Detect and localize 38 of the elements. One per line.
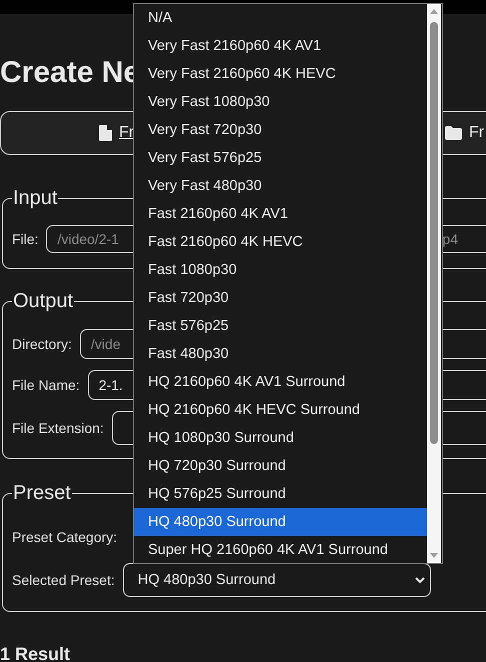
- group-legend: Input: [12, 186, 58, 210]
- result-count: 1 Result: [0, 643, 72, 662]
- dropdown-option[interactable]: Very Fast 576p25: [134, 144, 427, 172]
- group-legend: Preset: [12, 481, 72, 505]
- file-icon: [99, 125, 112, 141]
- dropdown-option[interactable]: HQ 720p30 Surround: [134, 452, 427, 480]
- dropdown-option[interactable]: Fast 720p30: [134, 284, 427, 312]
- dropdown-option[interactable]: Fast 2160p60 4K AV1: [134, 200, 427, 228]
- scroll-down-icon: [430, 553, 438, 558]
- dropdown-option[interactable]: N/A: [134, 4, 427, 32]
- field-label: Selected Preset:: [12, 572, 115, 588]
- dropdown-option[interactable]: HQ 2160p60 4K AV1 Surround: [134, 368, 427, 396]
- group-legend: Output: [12, 289, 74, 313]
- dropdown-option[interactable]: Very Fast 2160p60 4K HEVC: [134, 60, 427, 88]
- field-label: File Extension:: [12, 420, 104, 436]
- dropdown-option[interactable]: Super HQ 2160p60 4K AV1 Surround: [134, 536, 427, 564]
- field-label: File Name:: [12, 377, 80, 393]
- field-label: File:: [12, 231, 38, 247]
- chevron-down-icon: [414, 576, 425, 584]
- dropdown-option[interactable]: Fast 2160p60 4K HEVC: [134, 228, 427, 256]
- dropdown-option[interactable]: Very Fast 720p30: [134, 116, 427, 144]
- dropdown-option[interactable]: Very Fast 480p30: [134, 172, 427, 200]
- folder-icon: [445, 126, 462, 140]
- dropdown-option[interactable]: HQ 480p30 Surround: [134, 508, 427, 536]
- dropdown-option[interactable]: Fast 1080p30: [134, 256, 427, 284]
- field-label: Directory:: [12, 336, 72, 352]
- source-tab[interactable]: Fr: [443, 112, 486, 154]
- dropdown-option[interactable]: Fast 576p25: [134, 312, 427, 340]
- scrollbar[interactable]: [427, 4, 441, 563]
- source-tab[interactable]: Fr: [97, 112, 136, 154]
- dropdown-option[interactable]: HQ 576p25 Surround: [134, 480, 427, 508]
- field-label: Preset Category:: [12, 529, 118, 545]
- dropdown-option[interactable]: Fast 480p30: [134, 340, 427, 368]
- dropdown-option[interactable]: HQ 1080p30 Surround: [134, 424, 427, 452]
- dropdown-option[interactable]: HQ 2160p60 4K HEVC Surround: [134, 396, 427, 424]
- dropdown-option[interactable]: Very Fast 1080p30: [134, 88, 427, 116]
- dropdown-option[interactable]: Very Fast 2160p60 4K AV1: [134, 32, 427, 60]
- scroll-up-icon: [430, 9, 438, 14]
